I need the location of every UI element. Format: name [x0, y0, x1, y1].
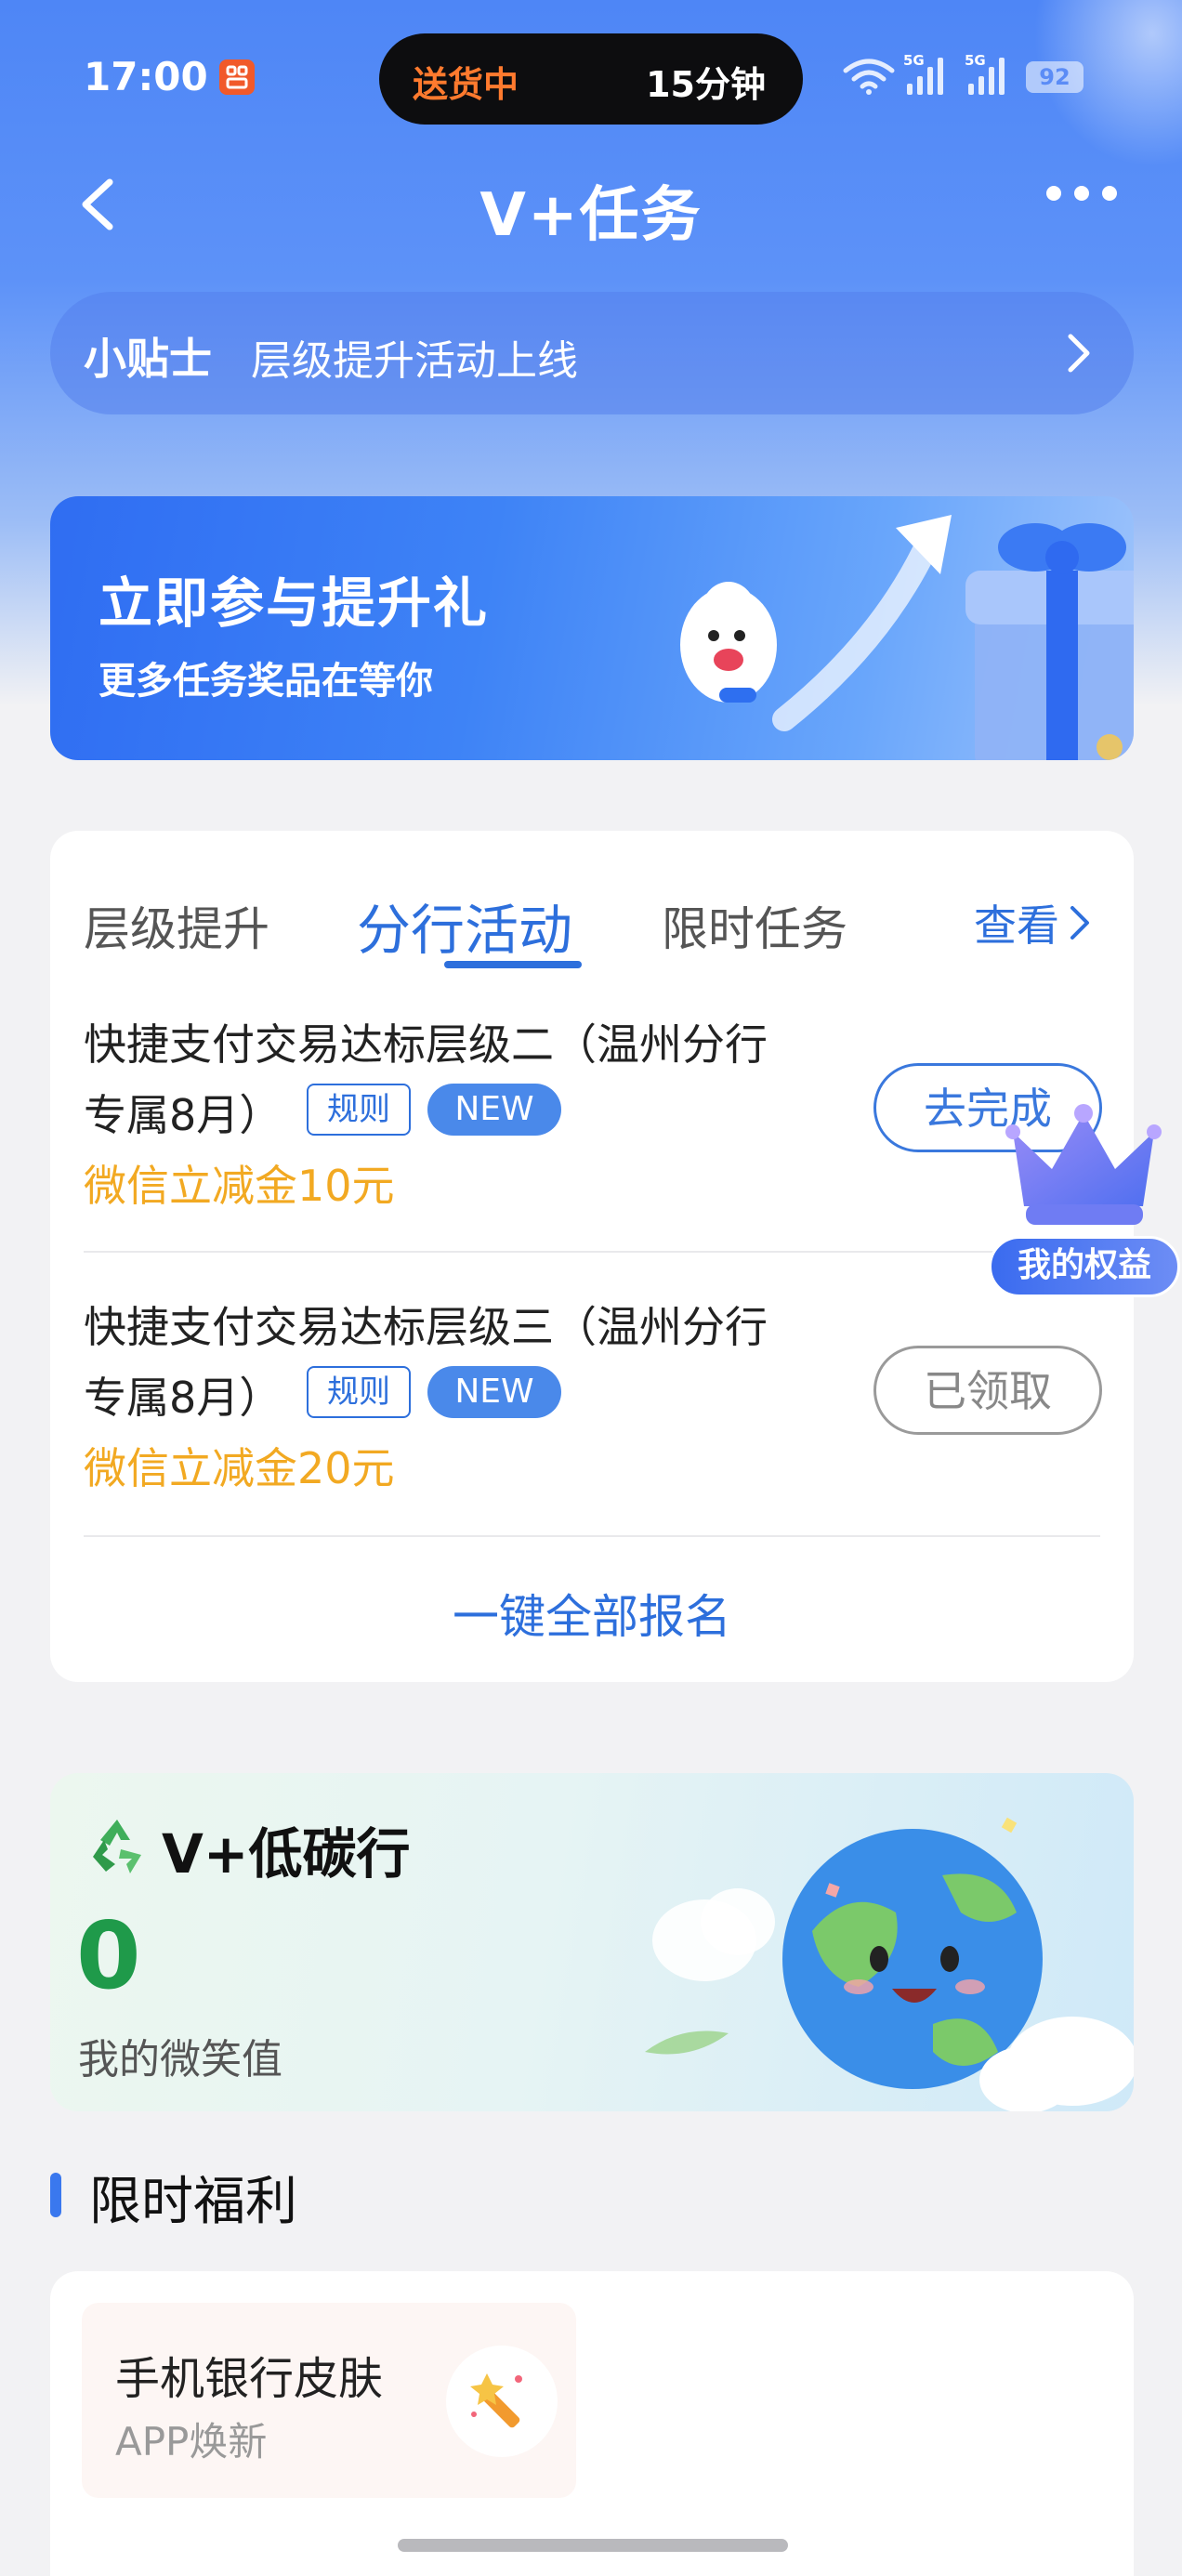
- enroll-all-button[interactable]: 一键全部报名: [50, 1580, 1134, 1647]
- notification-app-icon: [219, 59, 255, 95]
- home-indicator[interactable]: [398, 2539, 788, 2552]
- tips-text: 层级提升活动上线: [251, 337, 578, 385]
- limited-welfare-card: 手机银行皮肤 APP焕新: [50, 2271, 1134, 2576]
- section-marker: [50, 2173, 61, 2217]
- magic-wand-icon: [446, 2346, 558, 2457]
- app-skin-tile[interactable]: 手机银行皮肤 APP焕新: [82, 2303, 576, 2498]
- tips-banner[interactable]: 小贴士 层级提升活动上线: [50, 292, 1134, 414]
- nav-bar: V+任务: [0, 149, 1182, 260]
- my-rights-label: 我的权益: [989, 1236, 1180, 1297]
- task-title: 快捷支付交易达标层级二（温州分行: [84, 1019, 768, 1070]
- tab-limited-task[interactable]: 限时任务: [662, 892, 905, 959]
- promo-subtitle: 更多任务奖品在等你: [98, 660, 433, 703]
- cellular-signal-icon: 5G: [965, 52, 1005, 95]
- see-more-link[interactable]: 查看: [974, 892, 1091, 953]
- low-carbon-title: V+低碳行: [162, 1822, 411, 1886]
- my-rights-float-button[interactable]: 我的权益: [987, 1095, 1182, 1308]
- recycle-icon: [93, 1820, 141, 1873]
- page-title: V+任务: [479, 181, 703, 250]
- smile-value: 0: [76, 1901, 141, 2010]
- delivery-eta: 15分钟: [646, 64, 766, 105]
- limited-welfare-title: 限时福利: [89, 2172, 297, 2232]
- skin-subtitle: APP焕新: [115, 2419, 268, 2464]
- status-time: 17:00: [84, 54, 208, 99]
- task-item: 快捷支付交易达标层级三（温州分行 专属8月） 规则 NEW 微信立减金20元 已…: [50, 1294, 1134, 1493]
- new-badge: NEW: [427, 1084, 561, 1136]
- task-title: 快捷支付交易达标层级三（温州分行: [84, 1302, 768, 1352]
- tab-level-up[interactable]: 层级提升: [84, 892, 269, 959]
- status-bar: 17:00 送货中 15分钟 5G 5G 92: [0, 0, 1182, 149]
- divider: [84, 1535, 1100, 1537]
- active-tab-indicator: [444, 961, 582, 968]
- rules-button[interactable]: 规则: [307, 1366, 411, 1418]
- crown-icon: [1005, 1104, 1162, 1225]
- task-reward: 微信立减金10元: [84, 1161, 395, 1211]
- dot-icon: [1074, 186, 1089, 201]
- more-options-button[interactable]: [1046, 186, 1117, 201]
- battery-level: 92: [1026, 61, 1084, 93]
- promo-title: 立即参与提升礼: [98, 572, 490, 635]
- chevron-right-icon: [1070, 906, 1089, 940]
- dot-icon: [1102, 186, 1117, 201]
- skin-title: 手机银行皮肤: [115, 2353, 384, 2405]
- task-title-cont: 专属8月）: [84, 1373, 282, 1423]
- rules-button[interactable]: 规则: [307, 1084, 411, 1136]
- see-more-label: 查看: [974, 900, 1059, 951]
- delivery-status: 送货中: [413, 64, 519, 105]
- task-title-cont: 专属8月）: [84, 1090, 282, 1140]
- task-card: 层级提升 分行活动 限时任务 查看 快捷支付交易达标层级二（温州分行 专属8月）…: [50, 831, 1134, 1682]
- tab-branch-activity[interactable]: 分行活动: [357, 887, 572, 965]
- chevron-right-icon: [1068, 334, 1090, 373]
- dot-icon: [1046, 186, 1061, 201]
- task-reward: 微信立减金20元: [84, 1443, 395, 1493]
- tips-tag: 小贴士: [84, 334, 212, 384]
- new-badge: NEW: [427, 1366, 561, 1418]
- earth-illustration: [645, 1817, 1134, 2111]
- gift-box-mascot-illustration: [680, 515, 1134, 760]
- dynamic-island-delivery[interactable]: 送货中 15分钟: [379, 33, 803, 125]
- divider: [84, 1251, 1100, 1253]
- promo-banner[interactable]: 立即参与提升礼 更多任务奖品在等你: [50, 496, 1134, 760]
- wifi-icon: [843, 59, 895, 95]
- claimed-button[interactable]: 已领取: [873, 1346, 1102, 1435]
- smile-value-label: 我的微笑值: [78, 2036, 282, 2083]
- low-carbon-card[interactable]: V+低碳行 0 我的微笑值: [50, 1773, 1134, 2111]
- task-item: 快捷支付交易达标层级二（温州分行 专属8月） 规则 NEW 微信立减金10元 去…: [50, 1011, 1134, 1211]
- cellular-signal-icon: 5G: [903, 52, 943, 95]
